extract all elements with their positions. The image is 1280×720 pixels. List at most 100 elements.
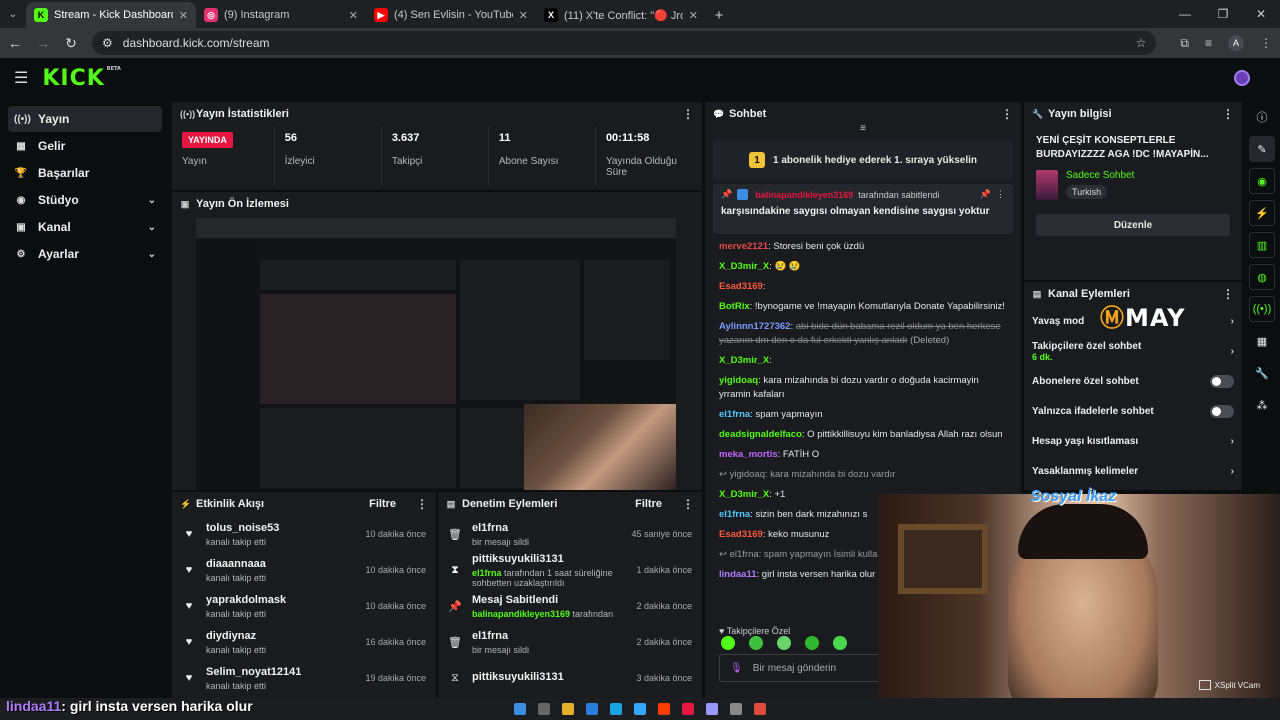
sidebar-item[interactable]: 🏆 Başarılar bbox=[8, 160, 162, 186]
chat-username[interactable]: el1frna bbox=[719, 409, 750, 420]
tab-search-icon[interactable]: ⌄ bbox=[0, 0, 26, 28]
bookmark-star-icon[interactable]: ☆ bbox=[1136, 36, 1147, 50]
chat-message[interactable]: el1frna: spam yapmayın bbox=[705, 408, 1021, 422]
shapes-icon[interactable]: ⁂ bbox=[1249, 392, 1275, 418]
tab-close-icon[interactable]: ✕ bbox=[519, 9, 528, 22]
category-thumbnail[interactable] bbox=[1036, 170, 1058, 200]
obs-icon[interactable] bbox=[730, 703, 742, 715]
category-name[interactable]: Sadece Sohbet bbox=[1066, 170, 1134, 181]
edit-button[interactable]: Düzenle bbox=[1036, 214, 1230, 236]
sidebar-item[interactable]: ◉ Stüdyo ⌄ bbox=[8, 187, 162, 213]
chat-username[interactable]: merve2121 bbox=[719, 241, 768, 252]
premiere-icon[interactable] bbox=[706, 703, 718, 715]
hamburger-menu-icon[interactable]: ☰ bbox=[14, 68, 28, 88]
emote-icon[interactable] bbox=[805, 636, 819, 650]
chat-username[interactable]: X_D3mir_X bbox=[719, 261, 769, 272]
emote-icon[interactable] bbox=[833, 636, 847, 650]
emote-icon[interactable] bbox=[721, 636, 735, 650]
chevron-right-icon[interactable]: › bbox=[1231, 436, 1234, 447]
windows-icon[interactable] bbox=[514, 703, 526, 715]
emote-icon[interactable] bbox=[749, 636, 763, 650]
channel-action-row[interactable]: Yasaklanmış kelimeler › bbox=[1024, 456, 1242, 486]
tools-icon[interactable]: 🔧 bbox=[1249, 360, 1275, 386]
user-avatar[interactable] bbox=[1234, 70, 1250, 86]
sidebar-item[interactable]: ▣ Kanal ⌄ bbox=[8, 214, 162, 240]
unpin-icon[interactable]: 📌 bbox=[980, 189, 991, 200]
illustrator-icon[interactable] bbox=[658, 703, 670, 715]
media-icon[interactable]: ≡ bbox=[1205, 36, 1212, 50]
forward-icon[interactable]: → bbox=[36, 35, 50, 51]
moderation-row[interactable]: 🗑 el1frna bir mesajı sildi 2 dakika önce bbox=[438, 624, 702, 660]
broadcast-icon[interactable]: ((•)) bbox=[1249, 296, 1275, 322]
browser-tab[interactable]: X (11) X'te Conflict: "🔴 Jrokez la... ✕ bbox=[536, 2, 706, 28]
chevron-down-icon[interactable]: ⌄ bbox=[148, 195, 156, 206]
toggle-switch[interactable] bbox=[1210, 404, 1234, 418]
chat-username[interactable]: Aylinnn1727362 bbox=[719, 321, 790, 332]
kick-logo[interactable]: KICK BETA bbox=[42, 66, 121, 91]
browser-menu-icon[interactable]: ⋮ bbox=[1260, 36, 1272, 50]
back-icon[interactable]: ← bbox=[8, 35, 22, 51]
flash-icon[interactable]: ⚡ bbox=[1249, 200, 1275, 226]
tab-close-icon[interactable]: ✕ bbox=[179, 9, 188, 22]
chat-username[interactable]: yigidoaq bbox=[719, 375, 758, 386]
app-icon[interactable] bbox=[682, 703, 694, 715]
chat-username[interactable]: el1frna bbox=[719, 509, 750, 520]
kebab-menu-icon[interactable]: ⋮ bbox=[1001, 107, 1013, 121]
kebab-menu-icon[interactable]: ⋮ bbox=[416, 497, 428, 511]
chat-message[interactable]: BotRix: !bynogame ve !mayapin Komutlarıy… bbox=[705, 300, 1021, 314]
chat-username[interactable]: deadsignaldelfaco bbox=[719, 429, 802, 440]
extensions-icon[interactable]: ⧉ bbox=[1180, 36, 1189, 51]
tab-close-icon[interactable]: ✕ bbox=[349, 9, 358, 22]
edge-icon[interactable] bbox=[610, 703, 622, 715]
reload-icon[interactable]: ↻ bbox=[64, 35, 78, 52]
browser-tab[interactable]: K Stream - Kick Dashboard ✕ bbox=[26, 2, 196, 28]
chevron-right-icon[interactable]: › bbox=[1231, 466, 1234, 477]
chevron-right-icon[interactable]: › bbox=[1231, 346, 1234, 357]
chat-message[interactable]: Esad3169: bbox=[705, 280, 1021, 294]
chevron-down-icon[interactable]: ⌄ bbox=[148, 249, 156, 260]
pinned-message[interactable]: 📌 balinapandikleyen3169 tarafından sabit… bbox=[713, 184, 1013, 234]
stream-preview-video[interactable] bbox=[196, 218, 676, 490]
channel-action-row[interactable]: Hesap yaşı kısıtlaması › bbox=[1024, 426, 1242, 456]
close-window-icon[interactable]: ✕ bbox=[1242, 0, 1280, 28]
restore-icon[interactable]: ❐ bbox=[1204, 0, 1242, 28]
photoshop-icon[interactable] bbox=[634, 703, 646, 715]
moderation-row[interactable]: 🗑 el1frna bir mesajı sildi 45 saniye önce bbox=[438, 516, 702, 552]
chat-username[interactable]: BotRix bbox=[719, 301, 750, 312]
browser-tab[interactable]: ◎ (9) Instagram ✕ bbox=[196, 2, 366, 28]
chevron-right-icon[interactable]: › bbox=[1231, 316, 1234, 327]
chat-message[interactable]: deadsignaldelfaco: O pittikkillisuyu kim… bbox=[705, 428, 1021, 442]
browser-tab[interactable]: ▶ (4) Sen Evlisin - YouTube ✕ bbox=[366, 2, 536, 28]
url-input[interactable]: ⚙ dashboard.kick.com/stream ☆ bbox=[92, 31, 1157, 55]
sidebar-item[interactable]: ((•)) Yayın bbox=[8, 106, 162, 132]
channel-action-row[interactable]: Yalnızca ifadelerle sohbet bbox=[1024, 396, 1242, 426]
moderation-row[interactable]: ⧖ pittiksuyukili3131 3 dakika önce bbox=[438, 660, 702, 696]
kebab-menu-icon[interactable]: ⋮ bbox=[996, 189, 1005, 200]
kebab-menu-icon[interactable]: ⋮ bbox=[682, 497, 694, 511]
pencil-icon[interactable]: ✎ bbox=[1249, 136, 1275, 162]
activity-row[interactable]: ♥ diydiynaz kanalı takip etti 16 dakika önc… bbox=[172, 624, 436, 660]
kebab-menu-icon[interactable]: ⋮ bbox=[1222, 107, 1234, 121]
tab-close-icon[interactable]: ✕ bbox=[689, 9, 698, 22]
profile-avatar[interactable]: A bbox=[1228, 35, 1244, 51]
search-icon[interactable] bbox=[538, 703, 550, 715]
chat-username[interactable]: lindaa11 bbox=[719, 569, 757, 580]
new-tab-button[interactable]: + bbox=[706, 2, 732, 28]
chat-username[interactable]: Esad3169 bbox=[719, 529, 763, 540]
collapse-icon[interactable]: ≡ bbox=[705, 124, 1021, 136]
chat-message[interactable]: X_D3mir_X: 😢 😢 bbox=[705, 260, 1021, 274]
channel-action-row[interactable]: Abonelere özel sohbet bbox=[1024, 366, 1242, 396]
chat-username[interactable]: X_D3mir_X bbox=[719, 355, 769, 366]
activity-row[interactable]: ♥ diaaannaaa kanalı takip etti 10 dakika ön… bbox=[172, 552, 436, 588]
chat-icon[interactable]: ◍ bbox=[1249, 264, 1275, 290]
chat-username[interactable]: meka_mortis bbox=[719, 449, 778, 460]
chat-message[interactable]: merve2121: Storesi beni çok üzdü bbox=[705, 240, 1021, 254]
store-icon[interactable] bbox=[586, 703, 598, 715]
chat-username[interactable]: X_D3mir_X bbox=[719, 489, 769, 500]
activity-row[interactable]: ♥ Selim_noyat12141 kanalı takip etti 19 dak… bbox=[172, 660, 436, 696]
kebab-menu-icon[interactable]: ⋮ bbox=[682, 107, 694, 121]
minimize-icon[interactable]: — bbox=[1166, 0, 1204, 28]
chevron-down-icon[interactable]: ⌄ bbox=[148, 222, 156, 233]
site-info-icon[interactable]: ⚙ bbox=[102, 36, 113, 50]
activity-row[interactable]: ♥ yaprakdolmask kanalı takip etti 10 dakika… bbox=[172, 588, 436, 624]
